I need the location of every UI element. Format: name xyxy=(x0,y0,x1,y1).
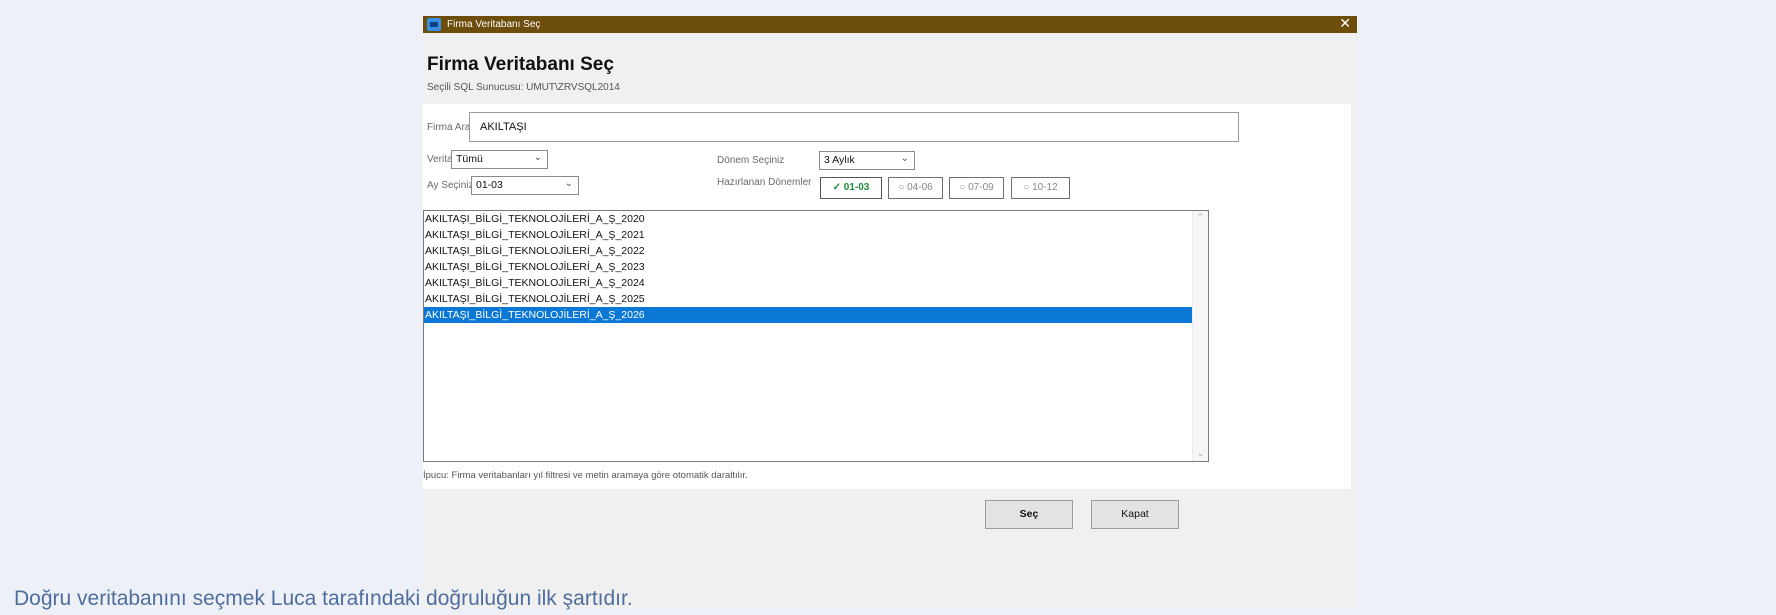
database-list-item-selected[interactable]: AKILTAŞI_BİLGİ_TEKNOLOJİLERİ_A_Ş_2026 xyxy=(424,307,1208,323)
database-list[interactable]: AKILTAŞI_BİLGİ_TEKNOLOJİLERİ_A_Ş_2020 AK… xyxy=(423,210,1209,462)
search-input[interactable] xyxy=(469,112,1239,142)
prepared-periods-label: Hazırlanan Dönemler xyxy=(717,177,812,188)
scroll-down-icon[interactable]: ⌄ xyxy=(1193,449,1208,459)
period-toggle-07-09[interactable]: ○ 07-09 xyxy=(949,177,1004,199)
period-select-value: 3 Aylık xyxy=(824,154,855,166)
caption-text: Doğru veritabanını seçmek Luca tarafında… xyxy=(14,587,633,610)
server-info: Seçili SQL Sunucusu: UMUT\ZRVSQL2014 xyxy=(427,82,620,93)
scroll-up-icon[interactable]: ⌃ xyxy=(1193,213,1208,223)
period-toggle-10-12[interactable]: ○ 10-12 xyxy=(1011,177,1070,199)
period-toggle-01-03[interactable]: ✓ 01-03 xyxy=(820,177,882,199)
close-icon[interactable]: ✕ xyxy=(1339,16,1351,33)
chevron-down-icon: ⌄ xyxy=(564,178,573,189)
database-list-item[interactable]: AKILTAŞI_BİLGİ_TEKNOLOJİLERİ_A_Ş_2020 xyxy=(424,211,1208,227)
month-select[interactable]: 01-03 ⌄ xyxy=(471,176,579,195)
filter-panel: Firma Ara Veritabanı Yılı Tümü ⌄ Ay Seçi… xyxy=(423,104,1351,489)
hint-text: İpucu: Firma veritabanları yıl filtresi … xyxy=(423,470,748,481)
chevron-down-icon: ⌄ xyxy=(900,153,909,164)
database-list-item[interactable]: AKILTAŞI_BİLGİ_TEKNOLOJİLERİ_A_Ş_2024 xyxy=(424,275,1208,291)
chevron-down-icon: ⌄ xyxy=(533,152,542,163)
month-label: Ay Seçiniz xyxy=(427,180,474,191)
database-list-item[interactable]: AKILTAŞI_BİLGİ_TEKNOLOJİLERİ_A_Ş_2021 xyxy=(424,227,1208,243)
year-select-value: Tümü xyxy=(456,153,483,165)
titlebar-title: Firma Veritabanı Seç xyxy=(447,19,541,30)
firma-veritabani-dialog: Firma Veritabanı Seç ✕ Firma Veritabanı … xyxy=(423,16,1357,609)
year-select[interactable]: Tümü ⌄ xyxy=(451,150,548,169)
database-list-item[interactable]: AKILTAŞI_BİLGİ_TEKNOLOJİLERİ_A_Ş_2025 xyxy=(424,291,1208,307)
database-list-item[interactable]: AKILTAŞI_BİLGİ_TEKNOLOJİLERİ_A_Ş_2023 xyxy=(424,259,1208,275)
database-list-item[interactable]: AKILTAŞI_BİLGİ_TEKNOLOJİLERİ_A_Ş_2022 xyxy=(424,243,1208,259)
search-label: Firma Ara xyxy=(427,122,471,133)
select-button[interactable]: Seç xyxy=(985,500,1073,529)
titlebar: Firma Veritabanı Seç ✕ xyxy=(423,16,1357,33)
period-toggle-04-06[interactable]: ○ 04-06 xyxy=(888,177,943,199)
dialog-heading: Firma Veritabanı Seç xyxy=(427,54,614,75)
list-scrollbar[interactable]: ⌃ ⌄ xyxy=(1192,211,1208,461)
close-button[interactable]: Kapat xyxy=(1091,500,1179,529)
period-label: Dönem Seçiniz xyxy=(717,155,785,166)
app-icon xyxy=(427,18,441,31)
month-select-value: 01-03 xyxy=(476,179,503,191)
period-select[interactable]: 3 Aylık ⌄ xyxy=(819,151,915,170)
